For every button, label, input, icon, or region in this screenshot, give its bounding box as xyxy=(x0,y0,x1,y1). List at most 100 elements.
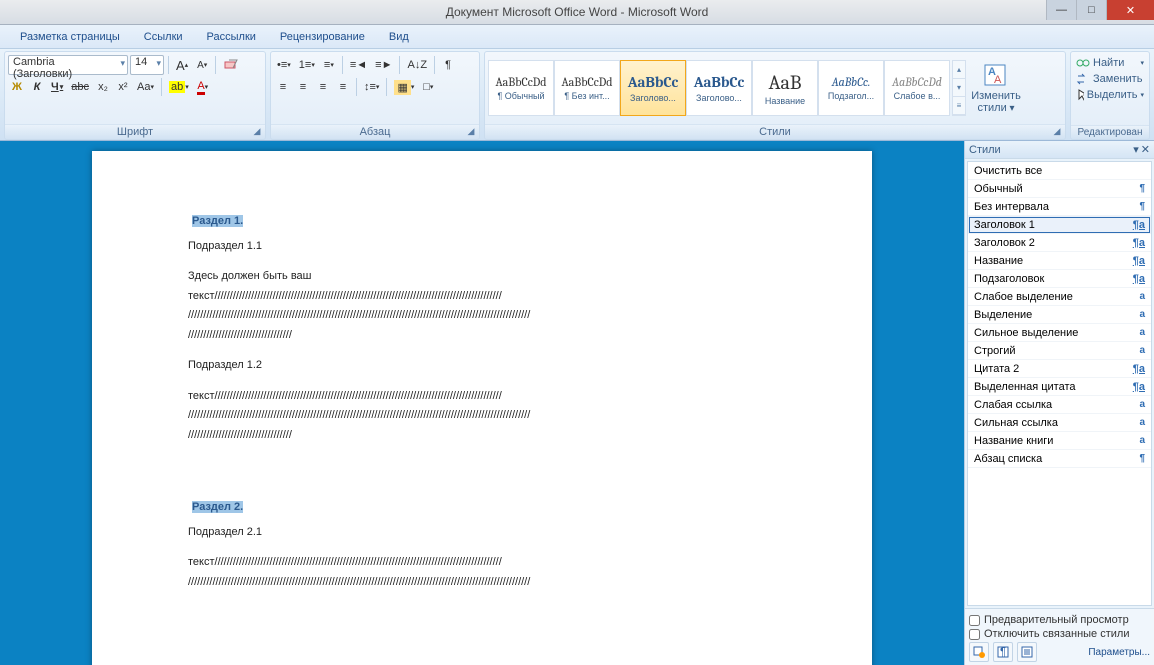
change-styles-button[interactable]: AA Изменить стили ▾ xyxy=(968,56,1024,120)
bullets-button[interactable]: •≡▾ xyxy=(274,55,294,75)
change-case-button[interactable]: Aa▾ xyxy=(134,77,157,97)
workspace: Раздел 1. Подраздел 1.1 Здесь должен быт… xyxy=(0,141,1154,665)
grow-font-button[interactable]: A▴ xyxy=(173,55,191,75)
bold-button[interactable]: Ж xyxy=(8,77,26,97)
style-gallery-item[interactable]: AaBbCc.Подзагол... xyxy=(818,60,884,116)
body-text[interactable]: ////////////////////////////////////////… xyxy=(188,574,800,591)
sort-button[interactable]: A↓Z xyxy=(404,55,430,75)
subheading[interactable]: Подраздел 2.1 xyxy=(188,524,800,541)
heading-1[interactable]: Раздел 1. xyxy=(188,205,247,235)
numbering-button[interactable]: 1≡▾ xyxy=(296,55,318,75)
align-center-button[interactable]: ≡ xyxy=(294,77,312,97)
style-inspector-button[interactable]: ¶ xyxy=(993,642,1013,662)
body-text[interactable]: ////////////////////////////////////////… xyxy=(188,307,800,324)
tab-review[interactable]: Рецензирование xyxy=(268,25,377,49)
style-list-item[interactable]: Подзаголовок¶a xyxy=(968,270,1151,288)
multilevel-button[interactable]: ≡▾ xyxy=(320,55,338,75)
italic-button[interactable]: К xyxy=(28,77,46,97)
style-list-item[interactable]: Выделенная цитата¶a xyxy=(968,378,1151,396)
close-pane-icon[interactable]: ✕ xyxy=(1141,143,1150,156)
line-spacing-button[interactable]: ↕≡▾ xyxy=(361,77,382,97)
dialog-launcher-icon[interactable]: ◢ xyxy=(1051,126,1063,138)
body-text[interactable]: ////////////////////////////////// xyxy=(188,427,800,444)
style-list-item[interactable]: Обычный¶ xyxy=(968,180,1151,198)
dialog-launcher-icon[interactable]: ◢ xyxy=(465,126,477,138)
style-list-item[interactable]: Без интервала¶ xyxy=(968,198,1151,216)
separator xyxy=(342,56,343,74)
body-text[interactable]: текст///////////////////////////////////… xyxy=(188,554,800,571)
body-text[interactable]: текст///////////////////////////////////… xyxy=(188,288,800,305)
highlight-button[interactable]: ab▾ xyxy=(166,77,192,97)
body-text[interactable]: текст///////////////////////////////////… xyxy=(188,388,800,405)
style-list-item[interactable]: Абзац списка¶ xyxy=(968,450,1151,468)
increase-indent-button[interactable]: ≡► xyxy=(372,55,395,75)
style-list-item[interactable]: Заголовок 2¶a xyxy=(968,234,1151,252)
style-list-item[interactable]: Выделениеa xyxy=(968,306,1151,324)
tab-page-layout[interactable]: Разметка страницы xyxy=(8,25,132,49)
style-gallery-item[interactable]: AaBbCcDd¶ Обычный xyxy=(488,60,554,116)
style-gallery-item[interactable]: AaBbCcЗаголово... xyxy=(686,60,752,116)
minimize-button[interactable]: — xyxy=(1046,0,1076,20)
font-color-button[interactable]: A▾ xyxy=(194,77,212,97)
style-list-item[interactable]: Строгийa xyxy=(968,342,1151,360)
superscript-button[interactable]: x² xyxy=(114,77,132,97)
style-gallery-item[interactable]: AaBbCcDdСлабое в... xyxy=(884,60,950,116)
select-button[interactable]: Выделить▾ xyxy=(1074,87,1146,103)
borders-button[interactable]: □▾ xyxy=(419,77,437,97)
dropdown-icon[interactable]: ▾ xyxy=(1133,143,1139,156)
style-list-item[interactable]: Заголовок 1¶a xyxy=(968,216,1151,234)
clear-format-button[interactable] xyxy=(220,55,242,75)
style-list-item[interactable]: Слабое выделениеa xyxy=(968,288,1151,306)
align-right-button[interactable]: ≡ xyxy=(314,77,332,97)
window-buttons: — □ ✕ xyxy=(1046,0,1154,20)
manage-styles-button[interactable] xyxy=(1017,642,1037,662)
underline-button[interactable]: Ч▾ xyxy=(48,77,66,97)
options-link[interactable]: Параметры... xyxy=(1088,647,1150,658)
strike-button[interactable]: abc xyxy=(68,77,92,97)
style-gallery-item[interactable]: AaBbCcDd¶ Без инт... xyxy=(554,60,620,116)
paragraph-group: •≡▾ 1≡▾ ≡▾ ≡◄ ≡► A↓Z ¶ ≡ ≡ ≡ ≡ ↕≡▾ ▦▾ xyxy=(270,51,480,140)
font-size-select[interactable]: 14 xyxy=(130,55,164,75)
body-text[interactable]: Здесь должен быть ваш xyxy=(188,268,800,285)
shading-button[interactable]: ▦▾ xyxy=(391,77,417,97)
style-list-item[interactable]: Название книгиa xyxy=(968,432,1151,450)
body-text[interactable]: ////////////////////////////////// xyxy=(188,327,800,344)
style-gallery-item[interactable]: AaBbCcЗаголово... xyxy=(620,60,686,116)
style-list-item[interactable]: Сильное выделениеa xyxy=(968,324,1151,342)
page[interactable]: Раздел 1. Подраздел 1.1 Здесь должен быт… xyxy=(92,151,872,665)
align-justify-button[interactable]: ≡ xyxy=(334,77,352,97)
decrease-indent-button[interactable]: ≡◄ xyxy=(347,55,370,75)
style-gallery-item[interactable]: AaBНазвание xyxy=(752,60,818,116)
title-bar: Документ Microsoft Office Word - Microso… xyxy=(0,0,1154,25)
styles-list[interactable]: Очистить всеОбычный¶Без интервала¶Заголо… xyxy=(967,161,1152,606)
tab-view[interactable]: Вид xyxy=(377,25,421,49)
document-area[interactable]: Раздел 1. Подраздел 1.1 Здесь должен быт… xyxy=(0,141,964,665)
replace-button[interactable]: Заменить xyxy=(1074,71,1146,87)
align-left-button[interactable]: ≡ xyxy=(274,77,292,97)
style-list-item[interactable]: Слабая ссылкаa xyxy=(968,396,1151,414)
style-list-item[interactable]: Очистить все xyxy=(968,162,1151,180)
close-button[interactable]: ✕ xyxy=(1106,0,1154,20)
subscript-button[interactable]: x₂ xyxy=(94,77,112,97)
font-name-select[interactable]: Cambria (Заголовки) xyxy=(8,55,128,75)
style-list-item[interactable]: Название¶a xyxy=(968,252,1151,270)
body-text[interactable]: ////////////////////////////////////////… xyxy=(188,407,800,424)
dialog-launcher-icon[interactable]: ◢ xyxy=(251,126,263,138)
subheading[interactable]: Подраздел 1.2 xyxy=(188,357,800,374)
subheading[interactable]: Подраздел 1.1 xyxy=(188,238,800,255)
maximize-button[interactable]: □ xyxy=(1076,0,1106,20)
show-marks-button[interactable]: ¶ xyxy=(439,55,457,75)
heading-1[interactable]: Раздел 2. xyxy=(188,491,247,521)
styles-gallery[interactable]: AaBbCcDd¶ ОбычныйAaBbCcDd¶ Без инт...AaB… xyxy=(488,60,950,116)
style-list-item[interactable]: Сильная ссылкаa xyxy=(968,414,1151,432)
change-styles-icon: AA xyxy=(982,62,1010,90)
shrink-font-button[interactable]: A▾ xyxy=(193,55,211,75)
find-button[interactable]: Найти▾ xyxy=(1074,55,1146,71)
style-list-item[interactable]: Цитата 2¶a xyxy=(968,360,1151,378)
preview-checkbox[interactable]: Предварительный просмотр xyxy=(969,614,1150,626)
new-style-button[interactable] xyxy=(969,642,989,662)
disable-linked-checkbox[interactable]: Отключить связанные стили xyxy=(969,628,1150,640)
gallery-scroll[interactable]: ▴▾≡ xyxy=(952,60,966,116)
tab-references[interactable]: Ссылки xyxy=(132,25,195,49)
tab-mailings[interactable]: Рассылки xyxy=(195,25,268,49)
